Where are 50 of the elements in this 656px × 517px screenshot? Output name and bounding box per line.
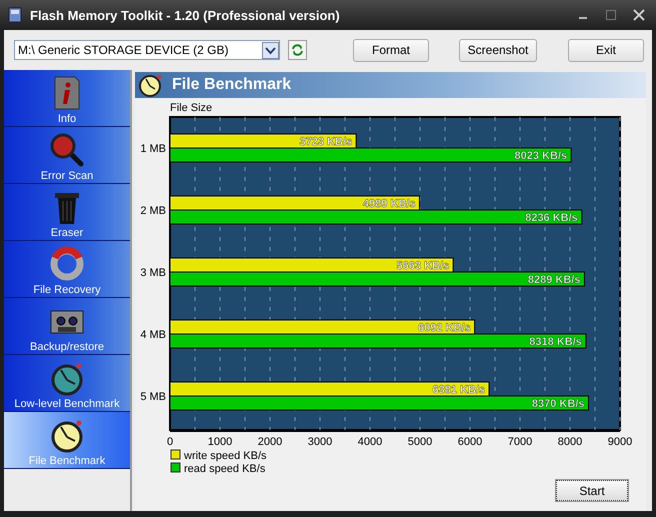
tick-label: 4000 bbox=[358, 436, 382, 448]
tick-label: 3000 bbox=[308, 436, 332, 448]
legend-swatch bbox=[170, 462, 180, 472]
sidebar-item[interactable]: Eraser bbox=[4, 184, 130, 241]
legend-label: write speed KB/s bbox=[184, 450, 267, 462]
toolbar-button[interactable]: Screenshot bbox=[459, 38, 537, 62]
app-icon bbox=[8, 7, 22, 23]
tick-label: 6000 bbox=[458, 436, 482, 448]
value-label: 5663 KB/s bbox=[396, 260, 450, 272]
value-label: 3723 KB/s bbox=[300, 136, 352, 148]
value-label: 8318 KB/s bbox=[529, 336, 582, 348]
category-label: 2 MB bbox=[140, 205, 166, 217]
tick-label: 1000 bbox=[208, 436, 232, 448]
lifebuoy-icon bbox=[49, 246, 85, 282]
value-label: 4989 KB/s bbox=[362, 198, 416, 210]
sidebar-item[interactable]: Error Scan bbox=[4, 127, 130, 184]
tick-label: 5000 bbox=[408, 436, 432, 448]
value-label: 8236 KB/s bbox=[525, 212, 578, 224]
tick-label: 2000 bbox=[258, 436, 282, 448]
toolbar-button[interactable]: Exit bbox=[568, 38, 644, 62]
value-label: 8289 KB/s bbox=[528, 274, 580, 286]
legend-swatch bbox=[170, 450, 180, 460]
tick-label: 9000 bbox=[608, 436, 632, 448]
sidebar-item[interactable]: File Recovery bbox=[4, 241, 130, 298]
value-label: 6381 KB/s bbox=[432, 384, 486, 396]
sidebar-item[interactable]: Backup/restore bbox=[4, 298, 130, 355]
tick-label: 7000 bbox=[508, 436, 532, 448]
stopwatch-icon bbox=[138, 73, 164, 97]
value-label: 8370 KB/s bbox=[532, 398, 584, 410]
start-button[interactable]: Start bbox=[556, 480, 628, 501]
maximize-icon[interactable] bbox=[604, 8, 618, 22]
tick-label: 8000 bbox=[558, 436, 582, 448]
tick-label: 0 bbox=[166, 436, 174, 448]
category-label: 5 MB bbox=[140, 391, 166, 403]
axis-title: File Size bbox=[170, 102, 212, 114]
legend-label: read speed KB/s bbox=[184, 463, 266, 475]
window-title: Flash Memory Toolkit - 1.20 (Professional version) bbox=[30, 8, 340, 22]
category-label: 3 MB bbox=[140, 267, 166, 279]
category-label: 4 MB bbox=[140, 329, 166, 341]
category-label: 1 MB bbox=[140, 143, 166, 155]
refresh-icon[interactable] bbox=[288, 40, 307, 60]
sidebar-item[interactable]: Low-level Benchmark bbox=[4, 355, 130, 412]
close-icon[interactable] bbox=[632, 8, 646, 22]
sidebar-item[interactable]: Info bbox=[4, 70, 130, 127]
value-label: 8023 KB/s bbox=[514, 150, 568, 162]
panel-title: File Benchmark bbox=[172, 76, 292, 94]
value-label: 6092 KB/s bbox=[418, 322, 471, 334]
toolbar-button[interactable]: Format bbox=[353, 38, 429, 62]
magnifier-icon bbox=[49, 132, 85, 168]
device-dropdown[interactable]: M:\ Generic STORAGE DEVICE (2 GB) bbox=[14, 40, 280, 60]
